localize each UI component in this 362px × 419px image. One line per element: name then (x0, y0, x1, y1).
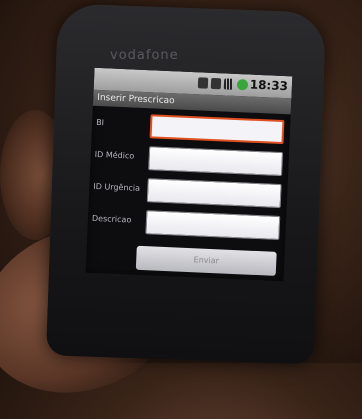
send-button[interactable]: Enviar (135, 245, 277, 276)
field-label: BI (95, 117, 105, 128)
form-row-id-medico: ID Médico (90, 142, 289, 179)
descricao-input[interactable] (145, 210, 281, 240)
clock: 18:33 (249, 77, 289, 94)
carrier-logo: vodafone (110, 48, 179, 63)
phone-screen: 18:33 Inserir Prescricao BI ID Médico ID… (85, 67, 293, 282)
form-row-id-urgencia: ID Urgência (89, 174, 288, 211)
bi-input[interactable] (149, 114, 285, 145)
field-label: ID Urgência (93, 181, 141, 193)
usb-icon (197, 77, 209, 89)
signal-icon (223, 78, 235, 90)
id-urgencia-input[interactable] (146, 178, 282, 209)
field-label: ID Médico (94, 149, 135, 161)
field-label: Descricao (91, 213, 132, 225)
status-icons (197, 77, 249, 91)
form-row-descricao: Descricao (87, 206, 286, 243)
form-row-bi: BI (92, 110, 291, 147)
id-medico-input[interactable] (148, 146, 284, 177)
battery-icon (236, 79, 249, 91)
sim-icon (210, 77, 222, 90)
